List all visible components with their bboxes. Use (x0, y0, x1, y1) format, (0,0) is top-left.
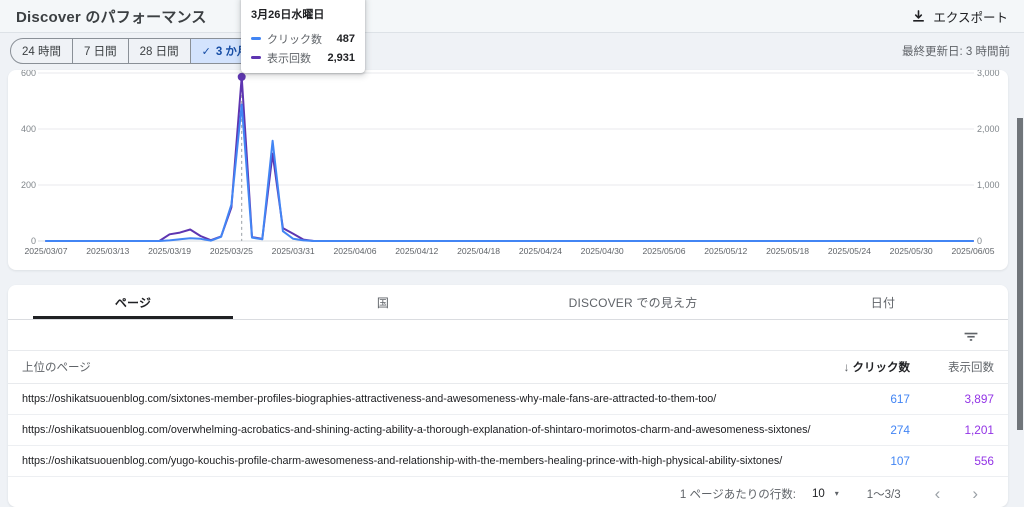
selected-tab-underline (33, 316, 233, 319)
x-axis-tick: 2025/04/24 (508, 246, 572, 256)
table-filter-row (8, 320, 1008, 351)
clicks-value: 274 (820, 423, 910, 437)
range-label: 24 時間 (22, 43, 61, 59)
next-page-icon[interactable]: › (960, 485, 990, 502)
series-dash-icon (251, 37, 261, 40)
y-axis-left-tick: 200 (8, 180, 36, 190)
export-label: エクスポート (933, 7, 1008, 26)
filter-toolbar: 24 時間7 日間28 日間✓3 か月詳細▾ 最終更新日: 3 時間前 (0, 34, 1024, 68)
export-button[interactable]: エクスポート (911, 7, 1008, 26)
tooltip-series-label: 表示回数 (267, 50, 311, 66)
x-axis-tick: 2025/03/31 (261, 246, 325, 256)
tooltip-date: 3月26日水曜日 (251, 6, 355, 22)
previous-page-icon[interactable]: ‹ (923, 485, 953, 502)
page-title: Discover のパフォーマンス (16, 6, 207, 27)
range-label: 28 日間 (140, 43, 179, 59)
download-icon (911, 9, 926, 24)
tooltip-series-value: 487 (337, 33, 355, 45)
tooltip-series-value: 2,931 (327, 52, 355, 64)
clicks-value: 107 (820, 454, 910, 468)
range-28d-button[interactable]: 28 日間 (128, 39, 190, 63)
range-24h-button[interactable]: 24 時間 (11, 39, 72, 63)
y-axis-right-tick: 2,000 (977, 124, 1000, 134)
highlighted-point-marker (238, 73, 246, 81)
tab-countries[interactable]: 国 (258, 285, 508, 319)
series-dash-icon (251, 56, 261, 59)
x-axis-tick: 2025/06/05 (941, 246, 1005, 256)
range-label: 7 日間 (84, 43, 117, 59)
x-axis-tick: 2025/04/30 (570, 246, 634, 256)
column-impressions[interactable]: 表示回数 (910, 359, 994, 375)
x-axis-tick: 2025/05/30 (879, 246, 943, 256)
x-axis-tick: 2025/04/12 (385, 246, 449, 256)
tab-label: DISCOVER での見え方 (569, 294, 698, 311)
impressions-value: 3,897 (910, 392, 994, 406)
table-row[interactable]: https://oshikatsuouenblog.com/yugo-kouch… (8, 446, 1008, 477)
page-url-link[interactable]: https://oshikatsuouenblog.com/yugo-kouch… (22, 455, 820, 467)
page-url-link[interactable]: https://oshikatsuouenblog.com/sixtones-m… (22, 393, 820, 405)
last-updated-text: 最終更新日: 3 時間前 (902, 43, 1010, 59)
dimension-tabs: ページ 国 DISCOVER での見え方 日付 (8, 285, 1008, 320)
check-icon: ✓ (202, 45, 211, 58)
sort-descending-icon: ↓ (844, 360, 850, 374)
x-axis-tick: 2025/05/18 (756, 246, 820, 256)
tab-label: 国 (377, 294, 389, 311)
clicks-value: 617 (820, 392, 910, 406)
y-axis-right-tick: 3,000 (977, 70, 1000, 78)
x-axis-tick: 2025/04/18 (447, 246, 511, 256)
pagination-range: 1～3/3 (867, 486, 901, 502)
rows-per-page-label: 1 ページあたりの行数: (680, 486, 796, 502)
performance-chart[interactable]: 020040060001,0002,0003,0002025/03/072025… (8, 70, 1008, 270)
x-axis-tick: 2025/03/19 (138, 246, 202, 256)
tooltip-series-label: クリック数 (267, 31, 322, 47)
y-axis-left-tick: 0 (8, 236, 36, 246)
rows-per-page-value[interactable]: 10 (812, 488, 825, 500)
y-axis-right-tick: 1,000 (977, 180, 1000, 190)
column-clicks[interactable]: ↓クリック数 (820, 359, 910, 375)
column-top-pages: 上位のページ (22, 359, 820, 375)
y-axis-left-tick: 400 (8, 124, 36, 134)
impressions-line (46, 77, 973, 241)
tooltip-series-row: クリック数 487 (251, 29, 355, 48)
x-axis-tick: 2025/03/25 (199, 246, 263, 256)
x-axis-tick: 2025/05/24 (817, 246, 881, 256)
impressions-value: 556 (910, 454, 994, 468)
x-axis-tick: 2025/05/12 (694, 246, 758, 256)
pagination-bar: 1 ページあたりの行数: 10 ▾ 1～3/3 ‹ › (8, 477, 1008, 507)
tooltip-series-row: 表示回数 2,931 (251, 48, 355, 67)
tab-label: 日付 (871, 294, 895, 311)
page-url-link[interactable]: https://oshikatsuouenblog.com/overwhelmi… (22, 424, 820, 436)
tab-dates[interactable]: 日付 (758, 285, 1008, 319)
clicks-line (46, 105, 973, 241)
table-row[interactable]: https://oshikatsuouenblog.com/overwhelmi… (8, 415, 1008, 446)
x-axis-tick: 2025/04/06 (323, 246, 387, 256)
table-row[interactable]: https://oshikatsuouenblog.com/sixtones-m… (8, 384, 1008, 415)
x-axis-tick: 2025/03/07 (14, 246, 78, 256)
x-axis-tick: 2025/03/13 (76, 246, 140, 256)
tab-pages[interactable]: ページ (8, 285, 258, 319)
impressions-value: 1,201 (910, 423, 994, 437)
line-chart-canvas (8, 70, 1008, 270)
dimensions-table-card: ページ国DISCOVER での見え方日付 上位のページ ↓クリック数 表示回数 … (8, 285, 1008, 507)
x-axis-tick: 2025/05/06 (632, 246, 696, 256)
tab-label: ページ (115, 294, 151, 311)
range-7d-button[interactable]: 7 日間 (72, 39, 128, 63)
chart-tooltip: 3月26日水曜日 クリック数 487 表示回数 2,931 (241, 0, 365, 73)
y-axis-right-tick: 0 (977, 236, 982, 246)
y-axis-left-tick: 600 (8, 70, 36, 78)
tab-discover-appearance[interactable]: DISCOVER での見え方 (508, 285, 758, 319)
vertical-scrollbar[interactable] (1017, 118, 1023, 430)
page-header: Discover のパフォーマンス エクスポート (0, 0, 1024, 33)
table-column-headers: 上位のページ ↓クリック数 表示回数 (8, 351, 1008, 384)
chevron-down-icon[interactable]: ▾ (835, 489, 839, 498)
filter-icon[interactable] (960, 324, 982, 346)
